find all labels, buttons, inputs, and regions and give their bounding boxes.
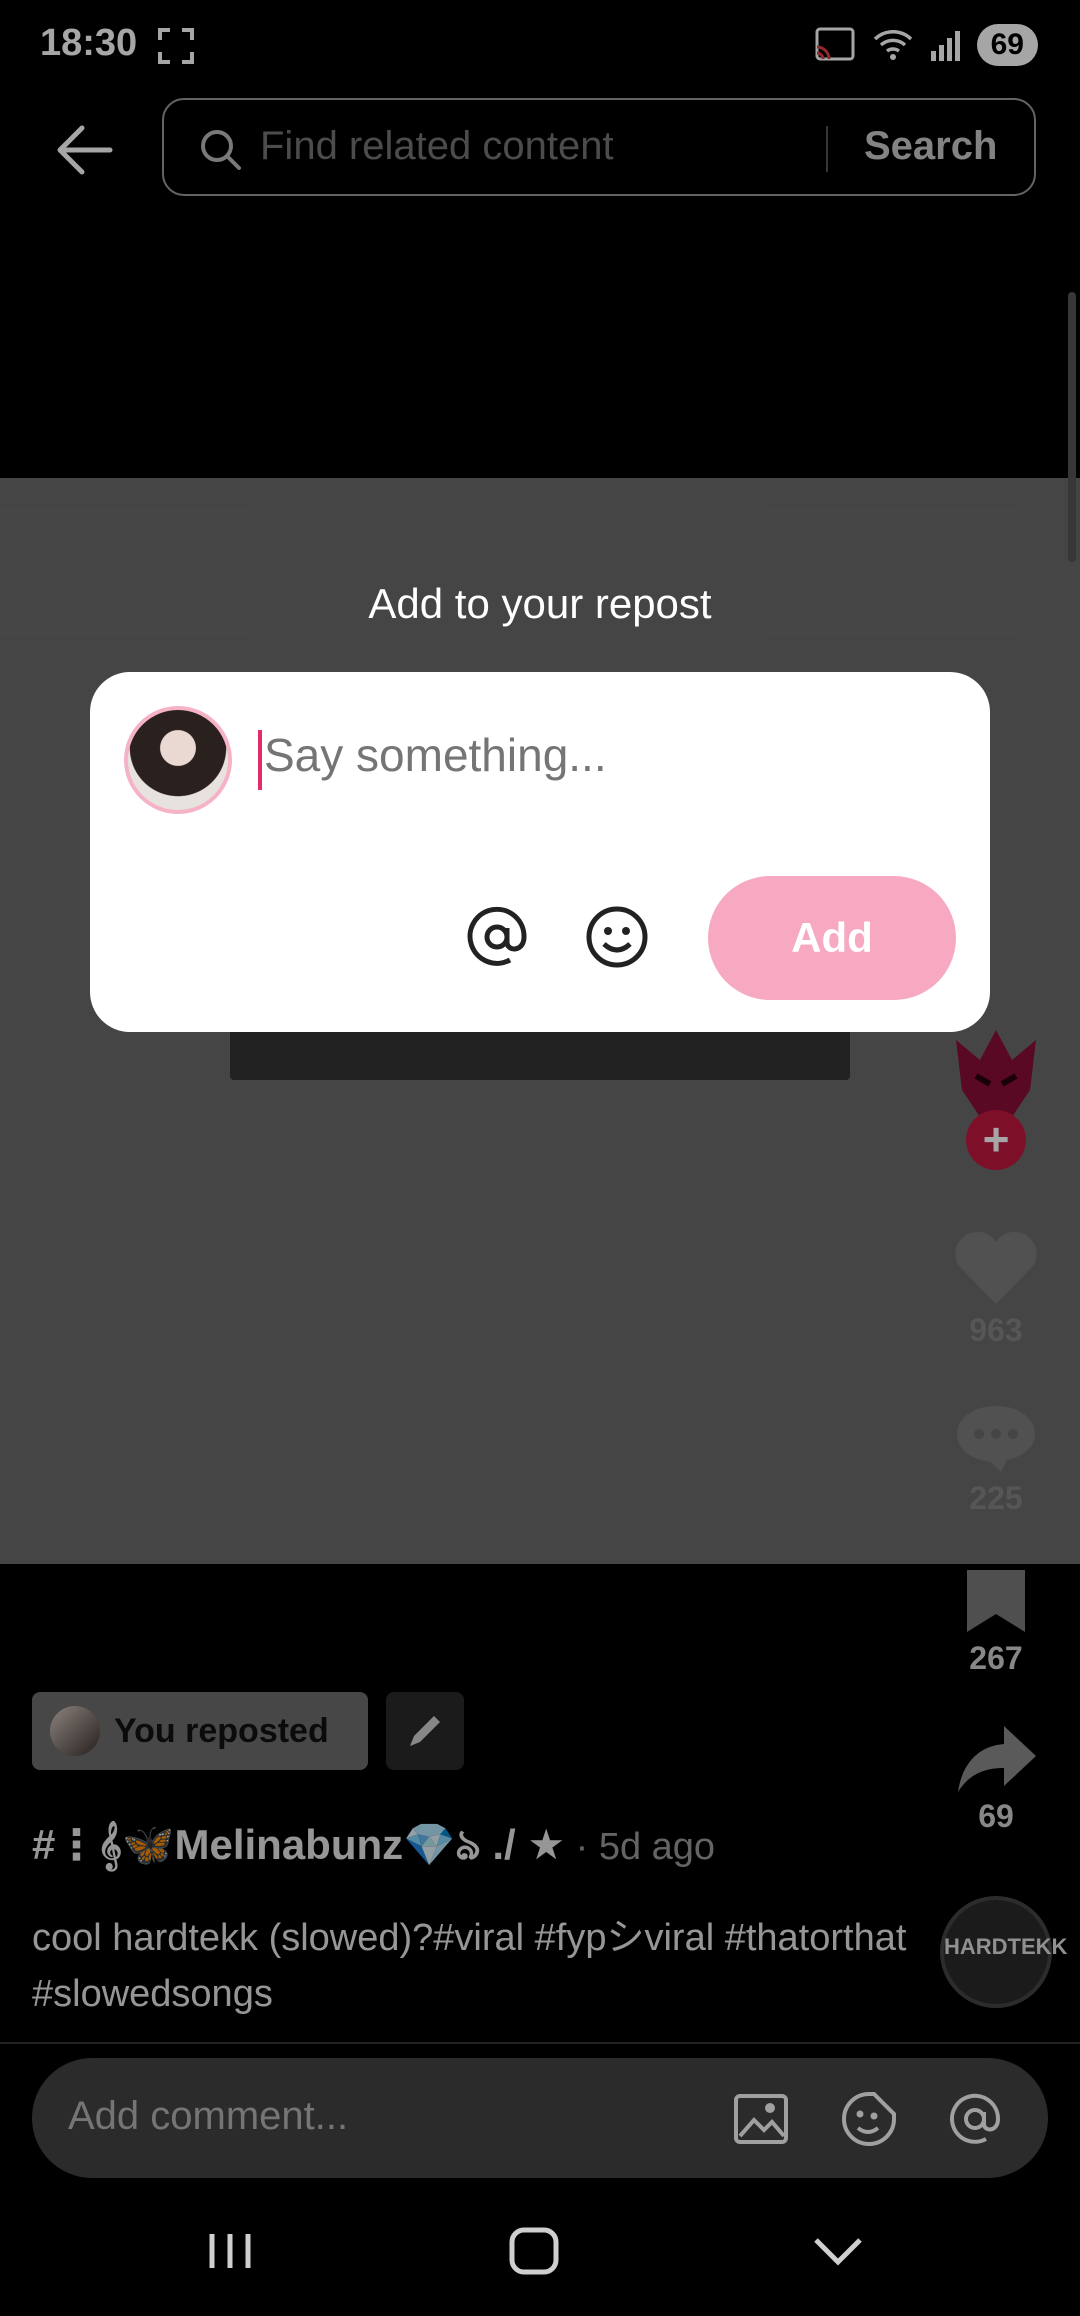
heart-icon: [955, 1231, 1037, 1304]
mention-icon[interactable]: [464, 904, 530, 970]
add-button[interactable]: Add: [708, 876, 956, 1000]
like-button[interactable]: 963: [940, 1228, 1052, 1349]
sound-disc[interactable]: HARDTEKK: [940, 1896, 1068, 2008]
bookmark-count: 267: [969, 1640, 1023, 1676]
repost-avatar: [50, 1706, 100, 1756]
post-caption[interactable]: cool hardtekk (slowed)?#viral #fypシviral…: [32, 1910, 912, 2022]
home-icon[interactable]: [494, 2216, 574, 2286]
share-arrow-icon: [958, 1726, 1036, 1792]
hide-keyboard-icon[interactable]: [798, 2216, 878, 2286]
wifi-icon: [873, 30, 912, 60]
status-icons: 69: [813, 24, 1038, 66]
back-arrow-icon[interactable]: [52, 118, 116, 182]
bookmark-button[interactable]: 267: [940, 1568, 1052, 1677]
post-time: · 5d ago: [565, 1826, 716, 1868]
share-count: 69: [978, 1798, 1014, 1834]
follow-plus-button[interactable]: +: [966, 1110, 1026, 1170]
screen-expand-icon: [158, 28, 194, 64]
search-bar[interactable]: Search: [162, 98, 1036, 196]
repost-text-field[interactable]: [258, 724, 958, 794]
comment-button[interactable]: 225: [940, 1400, 1052, 1517]
comment-count: 225: [969, 1480, 1023, 1516]
sticker-icon[interactable]: [840, 2090, 898, 2148]
author-name[interactable]: #⋮𝄞🦋Melinabunz💎ঌ ./ ★: [32, 1821, 565, 1868]
mention-icon[interactable]: [946, 2090, 1004, 2148]
you-reposted-chip[interactable]: You reposted: [32, 1692, 368, 1770]
image-icon[interactable]: [732, 2090, 790, 2148]
like-count: 963: [969, 1312, 1023, 1348]
edit-repost-button[interactable]: [386, 1692, 464, 1770]
author-line[interactable]: #⋮𝄞🦋Melinabunz💎ঌ ./ ★ · 5d ago: [32, 1812, 715, 1883]
modal-title: Add to your repost: [368, 580, 712, 627]
user-avatar: [124, 706, 232, 814]
repost-text-input[interactable]: [264, 728, 944, 782]
battery-indicator: 69: [976, 24, 1038, 66]
search-divider: [826, 126, 828, 172]
share-button[interactable]: 69: [940, 1724, 1052, 1835]
divider: [0, 2042, 1080, 2044]
search-button[interactable]: Search: [864, 124, 997, 169]
pencil-icon: [410, 1716, 440, 1746]
text-caret: [258, 730, 262, 790]
search-icon: [201, 130, 241, 170]
repost-comment-dialog: Add: [90, 672, 990, 1032]
recent-apps-icon[interactable]: [190, 2216, 270, 2286]
status-time: 18:30: [40, 22, 138, 64]
comment-bubble-icon: [957, 1406, 1035, 1472]
comment-input[interactable]: [68, 2094, 708, 2139]
signal-icon: [930, 31, 960, 61]
scrollbar[interactable]: [1068, 292, 1076, 562]
repost-label: You reposted: [114, 1711, 329, 1750]
bookmark-icon: [967, 1570, 1025, 1632]
cast-icon: [815, 27, 855, 61]
comment-bar[interactable]: [32, 2058, 1048, 2178]
status-bar: 18:30 69: [0, 0, 1080, 92]
emoji-icon[interactable]: [584, 904, 650, 970]
sound-disc-label: HARDTEKK: [944, 1934, 1068, 1959]
search-input[interactable]: [260, 124, 960, 169]
